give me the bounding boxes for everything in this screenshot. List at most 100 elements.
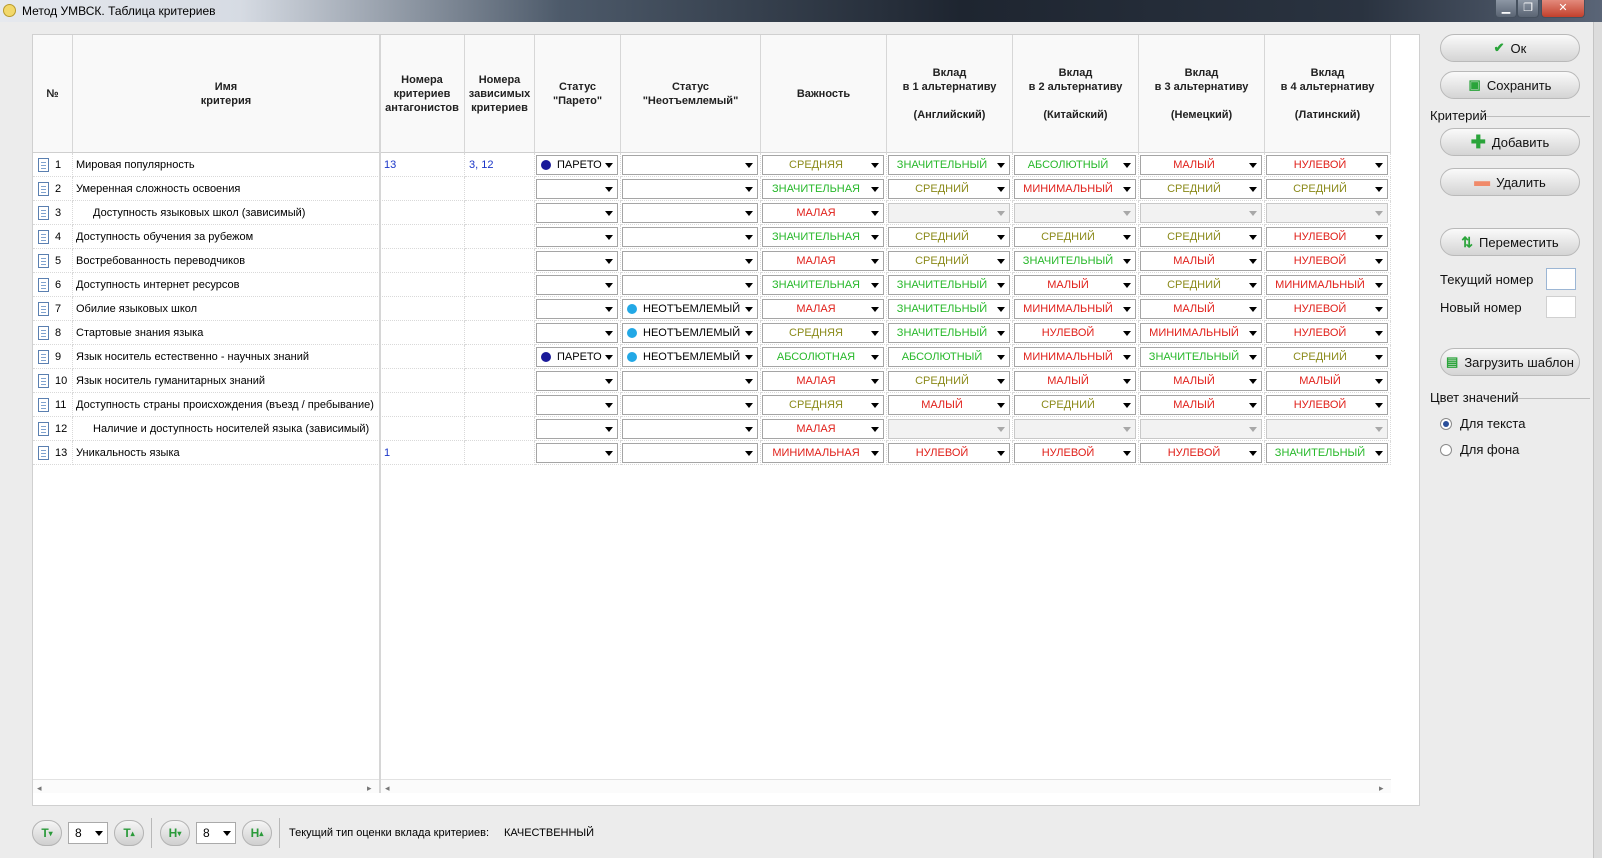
table-row[interactable]: 8 Стартовые знания языка НЕОТЪЕМЛЕМЫЙ СРЕДН… (33, 321, 1391, 345)
contribution-dropdown-alt3[interactable]: СРЕДНИЙ (1140, 275, 1262, 295)
integral-dropdown[interactable] (622, 203, 758, 223)
contribution-dropdown-alt1[interactable]: АБСОЛЮТНЫЙ (888, 347, 1010, 367)
contribution-dropdown-alt1[interactable]: СРЕДНИЙ (888, 251, 1010, 271)
criterion-name-cell[interactable]: Стартовые знания языка (73, 321, 380, 345)
criterion-name-cell[interactable]: Доступность языковых школ (зависимый) (73, 201, 380, 225)
integral-dropdown[interactable] (622, 419, 758, 439)
dependents-cell[interactable] (465, 201, 535, 225)
antagonists-cell[interactable]: 1 (380, 441, 465, 465)
contribution-dropdown-alt1[interactable]: ЗНАЧИТЕЛЬНЫЙ (888, 323, 1010, 343)
pareto-dropdown[interactable] (536, 371, 618, 391)
row-number-cell[interactable]: 6 (33, 273, 73, 297)
contribution-dropdown-alt3[interactable]: МАЛЫЙ (1140, 371, 1262, 391)
criterion-name-cell[interactable]: Востребованность переводчиков (73, 249, 380, 273)
dependents-cell[interactable] (465, 441, 535, 465)
pareto-dropdown[interactable] (536, 227, 618, 247)
antagonists-cell[interactable] (380, 201, 465, 225)
dependents-cell[interactable] (465, 249, 535, 273)
contribution-dropdown-alt1[interactable]: НУЛЕВОЙ (888, 443, 1010, 463)
antagonists-cell[interactable] (380, 177, 465, 201)
pareto-dropdown[interactable]: ПАРЕТО (536, 347, 618, 367)
table-row[interactable]: 10 Язык носитель гуманитарных знаний МАЛАЯ… (33, 369, 1391, 393)
importance-dropdown[interactable]: ЗНАЧИТЕЛЬНАЯ (762, 275, 884, 295)
row-number-cell[interactable]: 3 (33, 201, 73, 225)
integral-dropdown[interactable] (622, 443, 758, 463)
criterion-name-cell[interactable]: Мировая популярность (73, 153, 380, 177)
scroll-right-arrow-icon[interactable]: ▸ (367, 783, 372, 794)
contribution-dropdown-alt3[interactable]: МИНИМАЛЬНЫЙ (1140, 323, 1262, 343)
integral-dropdown[interactable] (622, 395, 758, 415)
dependents-cell[interactable] (465, 273, 535, 297)
contribution-dropdown-alt4[interactable]: НУЛЕВОЙ (1266, 155, 1388, 175)
row-number-cell[interactable]: 2 (33, 177, 73, 201)
dependents-cell[interactable] (465, 225, 535, 249)
table-row[interactable]: 9 Язык носитель естественно - научных зна… (33, 345, 1391, 369)
contribution-dropdown-alt3[interactable]: МАЛЫЙ (1140, 251, 1262, 271)
dependents-cell[interactable] (465, 345, 535, 369)
criterion-name-cell[interactable]: Доступность интернет ресурсов (73, 273, 380, 297)
contribution-dropdown-alt3[interactable]: СРЕДНИЙ (1140, 179, 1262, 199)
contribution-dropdown-alt3[interactable]: МАЛЫЙ (1140, 155, 1262, 175)
table-row[interactable]: 13 Уникальность языка 1 МИНИМАЛЬНАЯ НУЛЕВОЙ Н… (33, 441, 1391, 465)
col-header-importance[interactable]: Важность (761, 35, 887, 153)
antagonists-cell[interactable] (380, 297, 465, 321)
row-height-decrease-button[interactable]: H ▾ (160, 820, 190, 846)
row-number-cell[interactable]: 7 (33, 297, 73, 321)
integral-dropdown[interactable] (622, 179, 758, 199)
row-number-cell[interactable]: 8 (33, 321, 73, 345)
contribution-dropdown-alt2[interactable]: МАЛЫЙ (1014, 275, 1136, 295)
contribution-dropdown-alt2[interactable]: АБСОЛЮТНЫЙ (1014, 155, 1136, 175)
antagonists-cell[interactable] (380, 273, 465, 297)
move-criterion-button[interactable]: ⇅ Переместить (1440, 228, 1580, 256)
contribution-dropdown-alt4[interactable]: МИНИМАЛЬНЫЙ (1266, 275, 1388, 295)
criterion-name-cell[interactable]: Доступность обучения за рубежом (73, 225, 380, 249)
ok-button[interactable]: ✔ Ок (1440, 34, 1580, 62)
row-height-spinner[interactable]: 8 (196, 822, 236, 844)
contribution-dropdown-alt2[interactable]: СРЕДНИЙ (1014, 227, 1136, 247)
contribution-dropdown-alt2[interactable]: ЗНАЧИТЕЛЬНЫЙ (1014, 251, 1136, 271)
contribution-dropdown-alt3[interactable]: МАЛЫЙ (1140, 395, 1262, 415)
importance-dropdown[interactable]: МИНИМАЛЬНАЯ (762, 443, 884, 463)
importance-dropdown[interactable]: МАЛАЯ (762, 203, 884, 223)
dependents-cell[interactable] (465, 297, 535, 321)
integral-dropdown[interactable]: НЕОТЪЕМЛЕМЫЙ (622, 299, 758, 319)
new-number-input[interactable] (1546, 296, 1576, 318)
contribution-dropdown-alt4[interactable]: НУЛЕВОЙ (1266, 251, 1388, 271)
add-criterion-button[interactable]: ✚ Добавить (1440, 128, 1580, 156)
col-header-dependent[interactable]: Номера зависимых критериев (465, 35, 535, 153)
scroll-right-arrow-icon[interactable]: ▸ (1379, 783, 1384, 794)
contribution-dropdown-alt3[interactable]: НУЛЕВОЙ (1140, 443, 1262, 463)
close-button[interactable]: ✕ (1541, 0, 1585, 18)
col-header-name[interactable]: Имя критерия (73, 35, 380, 153)
contribution-dropdown-alt2[interactable]: МИНИМАЛЬНЫЙ (1014, 299, 1136, 319)
contribution-dropdown-alt3[interactable]: МАЛЫЙ (1140, 299, 1262, 319)
dependents-cell[interactable] (465, 177, 535, 201)
row-number-cell[interactable]: 9 (33, 345, 73, 369)
antagonists-cell[interactable] (380, 417, 465, 441)
contribution-dropdown-alt1[interactable]: ЗНАЧИТЕЛЬНЫЙ (888, 299, 1010, 319)
contribution-dropdown-alt1[interactable]: ЗНАЧИТЕЛЬНЫЙ (888, 275, 1010, 295)
antagonists-cell[interactable]: 13 (380, 153, 465, 177)
contribution-dropdown-alt4[interactable]: НУЛЕВОЙ (1266, 227, 1388, 247)
col-header-pareto[interactable]: Статус "Парето" (535, 35, 621, 153)
importance-dropdown[interactable]: СРЕДНЯЯ (762, 155, 884, 175)
for-background-radio[interactable] (1440, 444, 1452, 456)
col-header-antagonists[interactable]: Номера критериев антагонистов (380, 35, 465, 153)
pareto-dropdown[interactable] (536, 299, 618, 319)
col-header-alt2[interactable]: Вклад в 2 альтернативу (Китайский) (1013, 35, 1139, 153)
dependents-cell[interactable] (465, 369, 535, 393)
row-number-cell[interactable]: 10 (33, 369, 73, 393)
scroll-left-arrow-icon[interactable]: ◂ (37, 783, 42, 794)
integral-dropdown[interactable]: НЕОТЪЕМЛЕМЫЙ (622, 347, 758, 367)
contribution-dropdown-alt4[interactable]: СРЕДНИЙ (1266, 179, 1388, 199)
left-horizontal-scrollbar[interactable]: ◂ ▸ (33, 779, 379, 793)
integral-dropdown[interactable] (622, 155, 758, 175)
row-number-cell[interactable]: 13 (33, 441, 73, 465)
contribution-dropdown-alt4[interactable]: НУЛЕВОЙ (1266, 299, 1388, 319)
row-number-cell[interactable]: 4 (33, 225, 73, 249)
contribution-dropdown-alt1[interactable]: СРЕДНИЙ (888, 371, 1010, 391)
contribution-dropdown-alt2[interactable]: НУЛЕВОЙ (1014, 323, 1136, 343)
maximize-button[interactable]: ❐ (1517, 0, 1539, 18)
load-template-button[interactable]: ▤ Загрузить шаблон (1440, 348, 1580, 376)
contribution-dropdown-alt4[interactable]: ЗНАЧИТЕЛЬНЫЙ (1266, 443, 1388, 463)
